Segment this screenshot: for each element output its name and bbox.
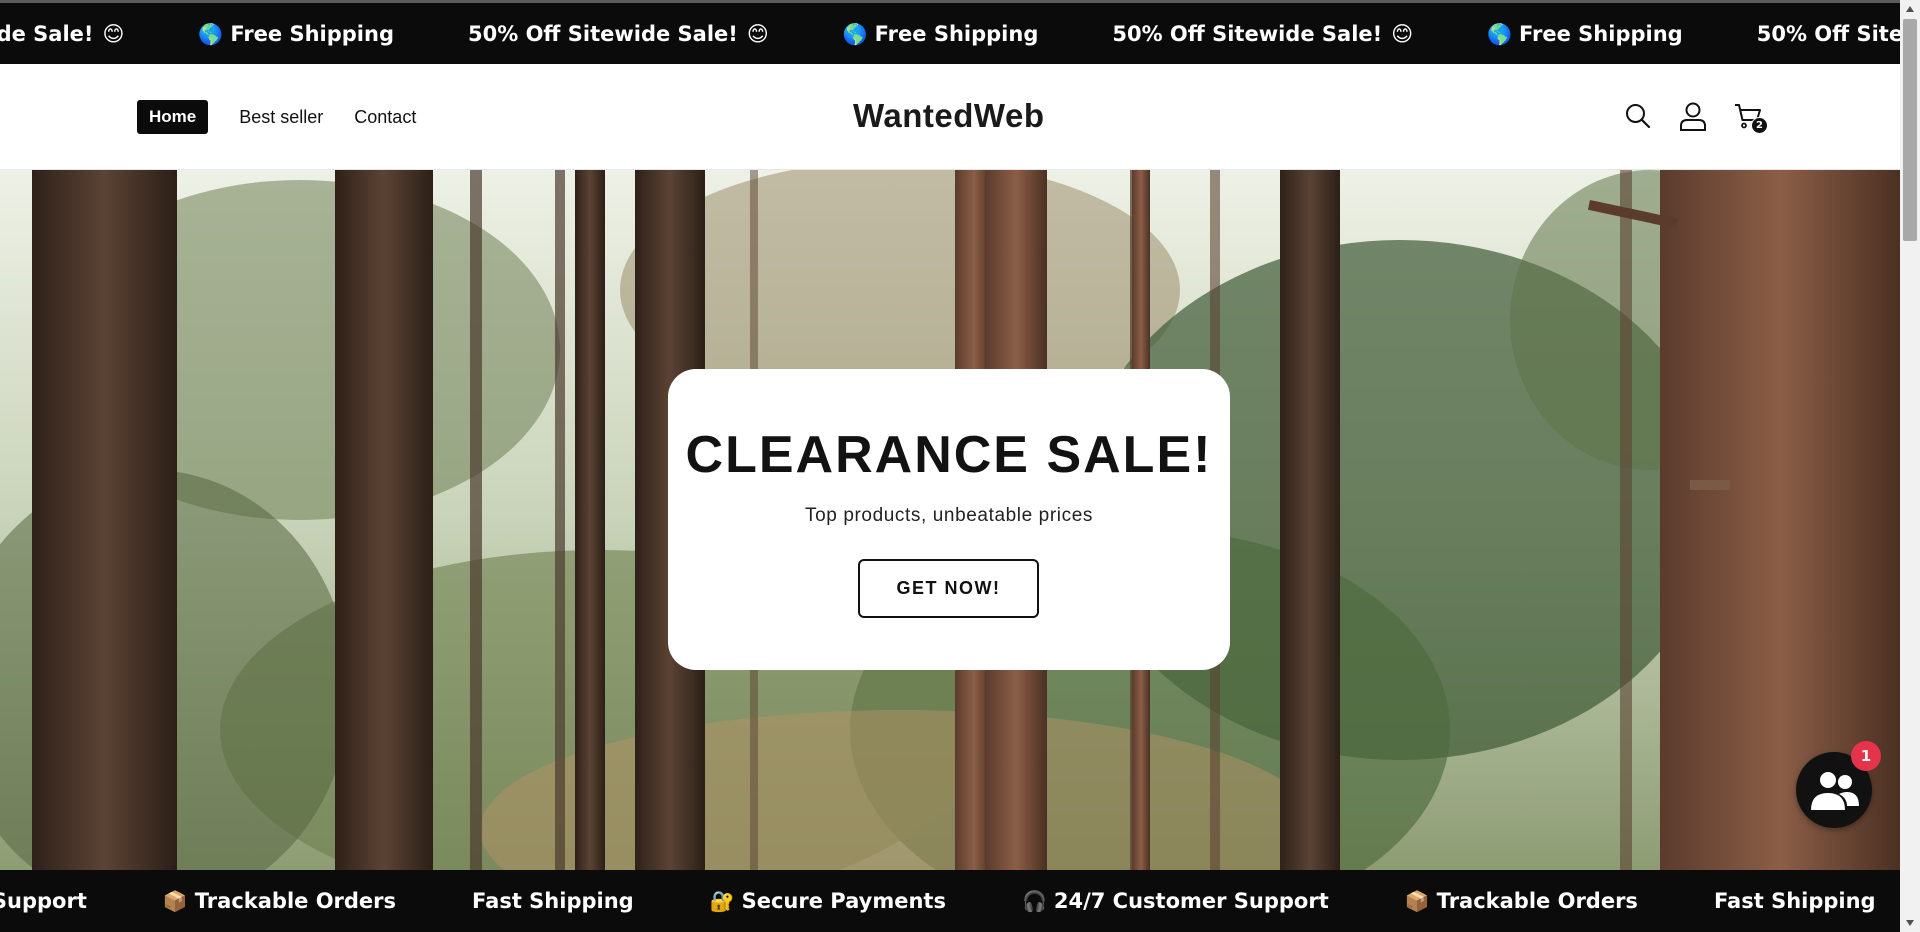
announcement-text: 50% Off Sitewide Sale! <box>1112 21 1383 46</box>
announcement-text: wide Sale! <box>0 21 94 46</box>
feature-text: Fast Shipping <box>472 889 634 913</box>
announcement-smile-icon: 😊 <box>102 21 125 46</box>
feature-lead-icon: 🔐 <box>709 889 735 913</box>
nav-home-link[interactable]: Home <box>137 100 209 134</box>
features-marquee: er Support📦Trackable OrdersFast Shipping… <box>0 870 1900 932</box>
feature-text: Trackable Orders <box>194 889 397 913</box>
announcement-text: Free Shipping <box>874 21 1039 46</box>
announcement-text: Free Shipping <box>230 21 394 46</box>
announcement-item: 🌎 Free Shipping <box>1487 22 1683 46</box>
announcement-smile-icon: 😊 <box>1391 21 1414 46</box>
features-bar: er Support📦Trackable OrdersFast Shipping… <box>0 870 1900 932</box>
feature-item: 🎧 24/7 Customer Support <box>1022 889 1329 913</box>
feature-lead-icon: 📦 <box>1404 889 1430 913</box>
promo-card: CLEARANCE SALE! Top products, unbeatable… <box>668 369 1230 670</box>
nav-best-seller-link[interactable]: Best seller <box>239 107 323 128</box>
get-now-button[interactable]: GET NOW! <box>858 559 1039 618</box>
announcement-text: Free Shipping <box>1519 21 1683 46</box>
hero-banner: CLEARANCE SALE! Top products, unbeatable… <box>0 170 1900 870</box>
announcement-smile-icon: 😊 <box>746 21 769 46</box>
feature-text: er Support <box>0 889 87 913</box>
scroll-up-arrow-icon[interactable] <box>1900 0 1920 18</box>
feature-item: 🔐 Secure Payments <box>710 889 946 913</box>
scroll-down-arrow-icon[interactable] <box>1900 914 1920 932</box>
header-icons: 2 <box>1622 100 1787 134</box>
site-header: Home Best seller Contact WantedWeb 2 <box>0 64 1900 170</box>
chat-notification-badge: 1 <box>1851 741 1881 771</box>
feature-item: 📦 Trackable Orders <box>163 889 396 913</box>
search-button[interactable] <box>1622 100 1654 132</box>
feature-item: 📦 Trackable Orders <box>1405 889 1638 913</box>
account-button[interactable] <box>1677 100 1709 132</box>
feature-item: er Support <box>0 889 87 913</box>
feature-text: 24/7 Customer Support <box>1053 889 1329 913</box>
announcement-item: 50% Off Sitewide Sale! 😊 <box>468 22 769 46</box>
feature-item: Fast Shipping <box>472 889 634 913</box>
announcement-lead-icon: 🌎 <box>198 21 224 46</box>
feature-text: Trackable Orders <box>1436 889 1638 913</box>
account-icon <box>1680 102 1706 131</box>
main-nav: Home Best seller Contact <box>137 100 447 134</box>
announcement-lead-icon: 🌎 <box>1487 21 1513 46</box>
feature-lead-icon: 🎧 <box>1021 889 1047 913</box>
announcement-item: 🌎 Free Shipping <box>198 22 394 46</box>
search-icon <box>1626 104 1651 129</box>
feature-item: Fast Shipping <box>1714 889 1876 913</box>
announcement-item: wide Sale! 😊 <box>0 22 124 46</box>
nav-contact-link[interactable]: Contact <box>354 107 416 128</box>
feature-text: Fast Shipping <box>1713 889 1876 913</box>
chat-people-icon <box>1811 770 1859 810</box>
cart-button[interactable]: 2 <box>1732 100 1768 134</box>
announcement-item: 🌎 Free Shipping <box>843 22 1039 46</box>
announcement-text: 50% Off Sitewide Sale! <box>1756 21 1900 46</box>
promo-subtitle: Top products, unbeatable prices <box>805 505 1093 526</box>
announcement-text: 50% Off Sitewide Sale! <box>468 21 738 46</box>
feature-text: Secure Payments <box>741 889 946 913</box>
cart-count-badge: 2 <box>1751 117 1768 134</box>
page-viewport: wide Sale!😊🌎Free Shipping50% Off Sitewid… <box>0 0 1900 932</box>
brand-logo[interactable]: WantedWeb <box>853 97 1045 135</box>
announcement-bar: wide Sale!😊🌎Free Shipping50% Off Sitewid… <box>0 0 1900 64</box>
announcement-lead-icon: 🌎 <box>842 21 868 46</box>
scroll-thumb[interactable] <box>1903 19 1917 241</box>
announcement-marquee: wide Sale!😊🌎Free Shipping50% Off Sitewid… <box>0 3 1900 64</box>
promo-title: CLEARANCE SALE! <box>685 426 1213 484</box>
announcement-item: 50% Off Sitewide Sale! <box>1757 22 1900 46</box>
page-scrollbar[interactable] <box>1900 0 1920 932</box>
feature-lead-icon: 📦 <box>162 889 188 913</box>
announcement-item: 50% Off Sitewide Sale! 😊 <box>1112 22 1413 46</box>
